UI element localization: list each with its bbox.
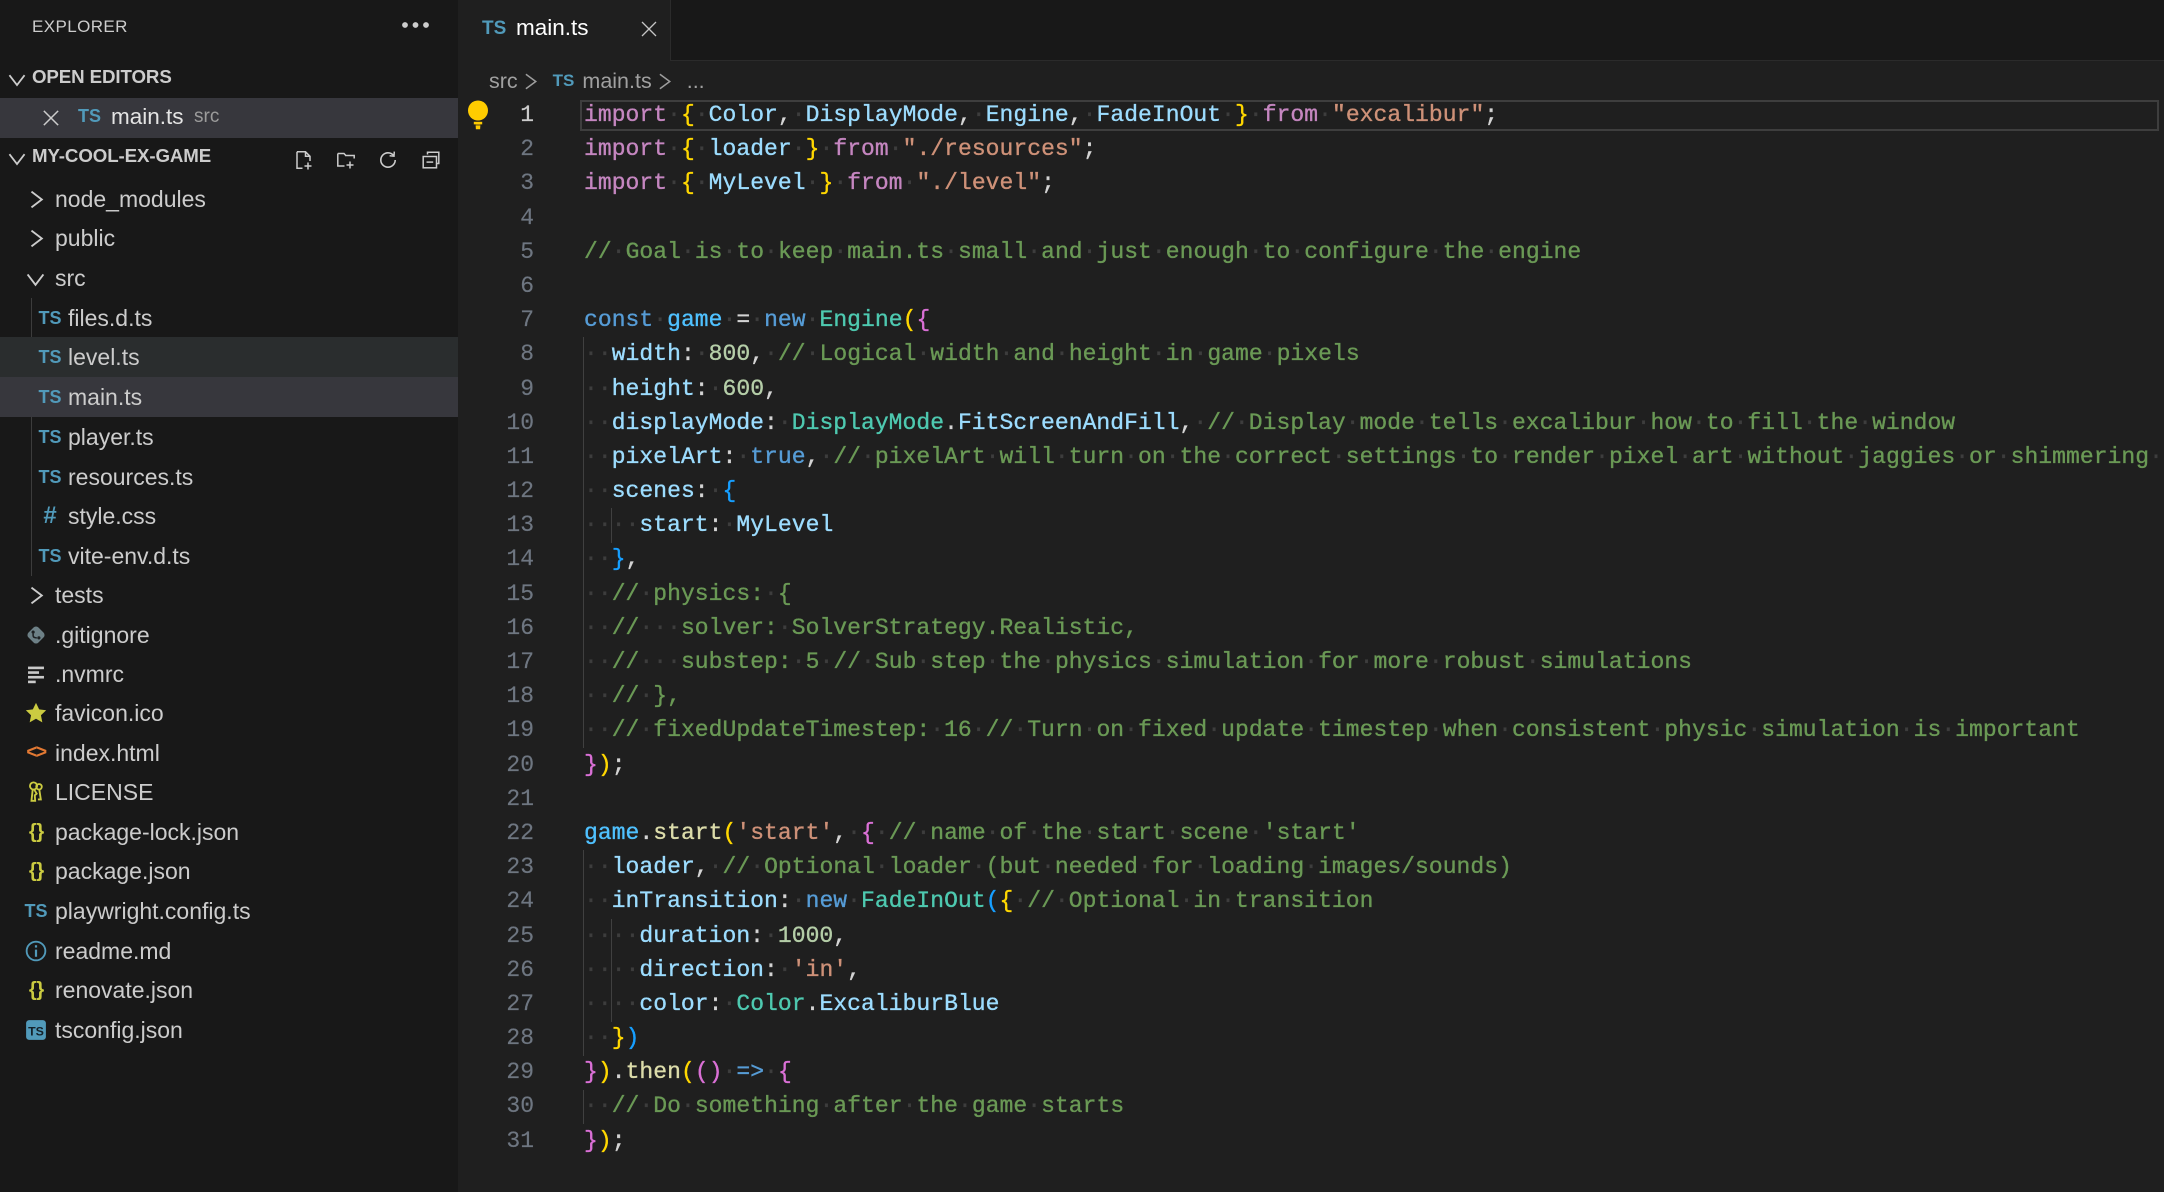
svg-text:TS: TS (28, 1025, 44, 1039)
